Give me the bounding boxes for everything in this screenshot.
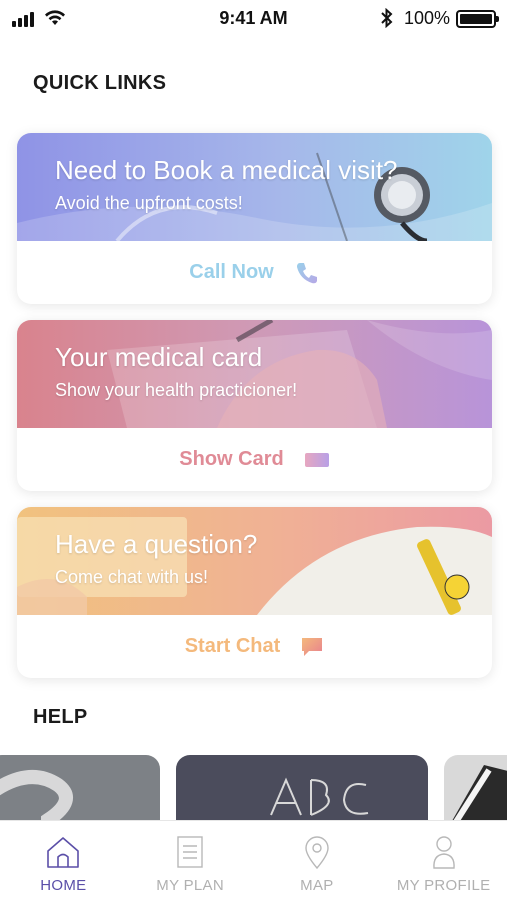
question-card: Have a question? Come chat with us! Star… (17, 507, 492, 678)
home-icon (47, 837, 80, 868)
medical-card-banner: Your medical card Show your health pract… (17, 320, 492, 428)
keyboard-watch-illustration (17, 507, 492, 615)
tab-my-plan-label: MY PLAN (156, 877, 224, 894)
battery-icon (456, 10, 499, 28)
stethoscope-illustration (17, 133, 492, 241)
call-now-label: Call Now (189, 261, 274, 283)
status-bar: 9:41 AM 100% (0, 0, 507, 36)
book-visit-subtitle: Avoid the upfront costs! (55, 193, 243, 213)
question-subtitle: Come chat with us! (55, 567, 209, 587)
medical-card-subtitle: Show your health practicioner! (55, 380, 298, 400)
document-icon (177, 836, 203, 868)
person-icon (432, 836, 455, 869)
question-banner: Have a question? Come chat with us! (17, 507, 492, 615)
quick-links-heading: QUICK LINKS (33, 72, 167, 94)
tab-home[interactable]: HOME (0, 821, 127, 900)
question-title: Have a question? (55, 529, 258, 559)
tab-home-label: HOME (40, 877, 87, 894)
tab-my-profile-label: MY PROFILE (396, 877, 491, 894)
battery-percentage: 100% (404, 8, 451, 28)
tab-bar: HOME MY PLAN MAP MY PROFILE (0, 820, 507, 900)
tab-map-label: MAP (300, 877, 334, 894)
show-card-label: Show Card (179, 448, 284, 470)
medical-card-title: Your medical card (55, 342, 263, 372)
tab-my-profile[interactable]: MY PROFILE (380, 821, 507, 900)
bluetooth-icon (381, 8, 393, 28)
map-pin-icon (305, 836, 329, 869)
book-visit-card: Need to Book a medical visit? Avoid the … (17, 133, 492, 304)
help-heading: HELP (33, 706, 88, 728)
writing-hand-illustration (17, 320, 492, 428)
book-visit-banner: Need to Book a medical visit? Avoid the … (17, 133, 492, 241)
card-icon (304, 452, 329, 467)
tab-map[interactable]: MAP (254, 821, 381, 900)
tab-my-plan[interactable]: MY PLAN (127, 821, 254, 900)
start-chat-label: Start Chat (184, 635, 281, 657)
chat-bubble-icon (302, 637, 323, 656)
phone-icon (296, 262, 317, 283)
call-now-button[interactable]: Call Now (17, 241, 492, 304)
show-card-button[interactable]: Show Card (17, 428, 492, 491)
book-visit-title: Need to Book a medical visit? (55, 155, 398, 185)
start-chat-button[interactable]: Start Chat (17, 615, 492, 678)
medical-card-card: Your medical card Show your health pract… (17, 320, 492, 491)
